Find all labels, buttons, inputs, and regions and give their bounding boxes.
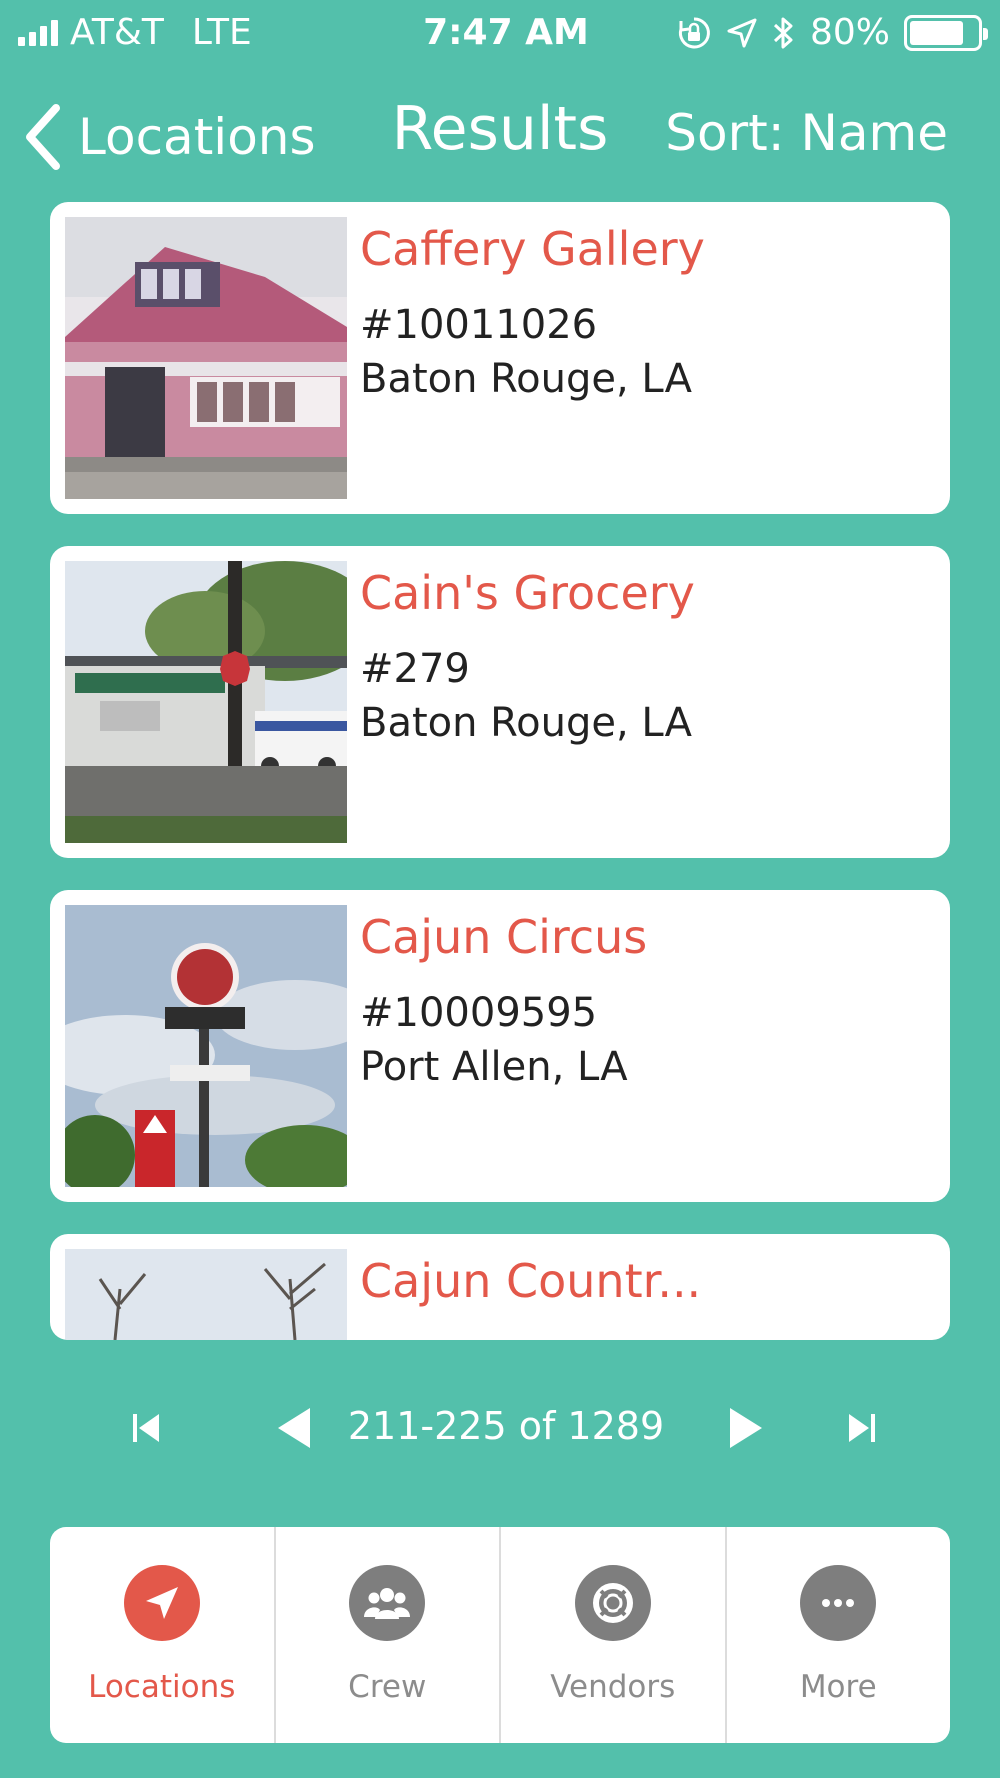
bluetooth-icon [773,17,793,48]
tab-label: Locations [88,1669,236,1705]
location-name: Caffery Gallery [360,222,705,276]
tab-label: Vendors [550,1669,676,1705]
status-bar: AT&T LTE 7:47 AM 80% [0,0,1000,70]
location-photo [65,1249,347,1340]
result-card[interactable]: Caffery Gallery #10011026 Baton Rouge, L… [50,202,950,514]
location-id: #10011026 [360,302,598,348]
tab-label: More [799,1669,877,1705]
chevron-left-icon [26,104,60,170]
result-card[interactable]: Cajun Circus #10009595 Port Allen, LA [50,890,950,1202]
tab-crew[interactable]: Crew [276,1527,501,1743]
location-photo [65,905,347,1187]
card-text: Caffery Gallery #10011026 Baton Rouge, L… [360,222,930,402]
card-text: Cain's Grocery #279 Baton Rouge, LA [360,566,930,746]
location-services-icon [727,18,757,47]
navigation-arrow-icon [123,1565,200,1641]
tab-bar: Locations Crew Vendors More [50,1527,950,1743]
result-card[interactable]: Cajun Countr... [50,1234,950,1340]
tab-more[interactable]: More [727,1527,951,1743]
location-photo [65,217,347,499]
location-id: #279 [360,646,470,692]
card-text: Cajun Circus #10009595 Port Allen, LA [360,910,930,1090]
orientation-lock-icon [678,16,710,48]
card-text: Cajun Countr... [360,1254,930,1308]
back-button-label: Locations [78,108,316,166]
battery-icon [904,14,988,51]
battery-fill [910,20,963,45]
lifebuoy-icon [574,1565,651,1641]
more-dots-icon [800,1565,877,1641]
tab-vendors[interactable]: Vendors [501,1527,727,1743]
result-card[interactable]: Cain's Grocery #279 Baton Rouge, LA [50,546,950,858]
nav-bar: Locations Results Sort: Name [0,80,1000,190]
location-id: #10009595 [360,990,598,1036]
triangle-right-icon [730,1408,762,1448]
battery-percent: 80% [809,12,890,53]
tab-locations[interactable]: Locations [50,1527,276,1743]
location-name: Cajun Circus [360,910,648,964]
last-page-button[interactable] [832,1400,892,1456]
location-city: Port Allen, LA [360,1044,628,1090]
location-city: Baton Rouge, LA [360,700,692,746]
tab-label: Crew [348,1669,427,1705]
location-name: Cajun Countr... [360,1254,702,1308]
location-name: Cain's Grocery [360,566,695,620]
group-icon [349,1565,426,1641]
sort-button[interactable]: Sort: Name [665,104,948,162]
location-photo [65,561,347,843]
next-page-button[interactable] [716,1400,776,1456]
pager: 211-225 of 1289 [0,1390,1000,1466]
location-city: Baton Rouge, LA [360,356,692,402]
back-button[interactable]: Locations [22,102,316,172]
skip-to-end-icon [849,1414,875,1442]
status-right: 80% [676,12,988,53]
